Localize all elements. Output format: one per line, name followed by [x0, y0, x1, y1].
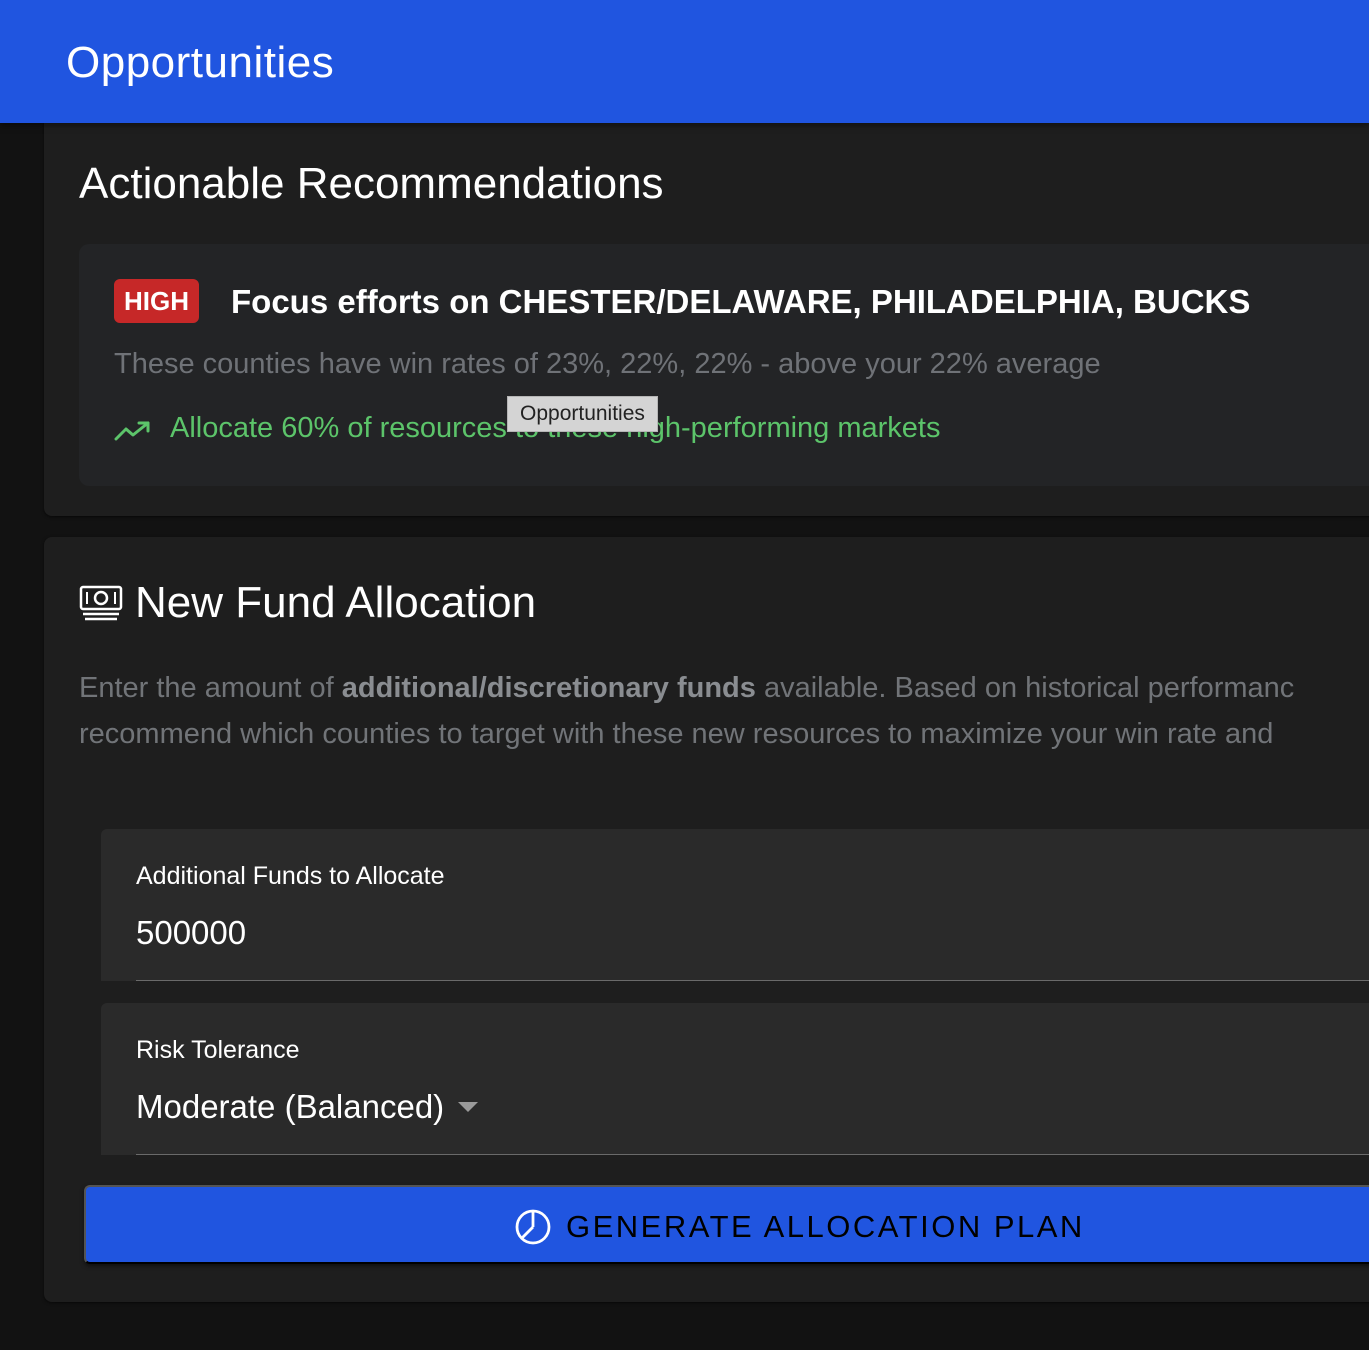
description-text-prefix: Enter the amount of [79, 672, 342, 704]
page-title: Opportunities [66, 38, 335, 87]
recommendations-heading: Actionable Recommendations [79, 159, 664, 208]
field-underline [136, 1154, 1369, 1155]
generate-allocation-plan-button[interactable]: GENERATE ALLOCATION PLAN [84, 1185, 1369, 1264]
fund-allocation-header: New Fund Allocation [79, 577, 536, 629]
app-bar: Opportunities [0, 0, 1369, 123]
pie-chart-icon [514, 1208, 552, 1246]
funds-amount-input[interactable]: 500000 [136, 913, 246, 953]
recommendation-title: Focus efforts on CHESTER/DELAWARE, PHILA… [231, 283, 1251, 320]
priority-badge: HIGH [114, 279, 199, 323]
generate-button-content: GENERATE ALLOCATION PLAN [514, 1187, 1085, 1266]
field-underline [136, 980, 1369, 981]
risk-tolerance-value: Moderate (Balanced) [136, 1088, 445, 1125]
description-line-2: recommend which counties to target with … [79, 718, 1274, 750]
risk-tolerance-label: Risk Tolerance [136, 1036, 300, 1064]
money-icon [79, 585, 123, 621]
trending-up-icon [114, 416, 152, 441]
risk-tolerance-value-row[interactable]: Moderate (Balanced) [136, 1087, 479, 1127]
generate-button-label: GENERATE ALLOCATION PLAN [566, 1208, 1085, 1244]
fund-allocation-card: New Fund Allocation Enter the amount of … [44, 537, 1369, 1302]
chevron-down-icon[interactable] [458, 1102, 479, 1112]
description-bold-text: additional/discretionary funds [341, 672, 756, 704]
recommendations-card: Actionable Recommendations HIGH Focus ef… [44, 100, 1369, 516]
funds-amount-label: Additional Funds to Allocate [136, 862, 445, 890]
risk-tolerance-select[interactable]: Risk Tolerance Moderate (Balanced) [101, 1003, 1369, 1155]
description-text-suffix: available. Based on historical performan… [755, 672, 1295, 704]
recommendation-item: HIGH Focus efforts on CHESTER/DELAWARE, … [79, 244, 1369, 486]
recommendation-description: These counties have win rates of 23%, 22… [114, 348, 1101, 380]
tooltip: Opportunities [507, 396, 658, 432]
fund-allocation-description: Enter the amount of additional/discretio… [79, 665, 1369, 757]
funds-amount-field[interactable]: Additional Funds to Allocate 500000 [101, 829, 1369, 981]
fund-allocation-heading: New Fund Allocation [135, 578, 537, 627]
